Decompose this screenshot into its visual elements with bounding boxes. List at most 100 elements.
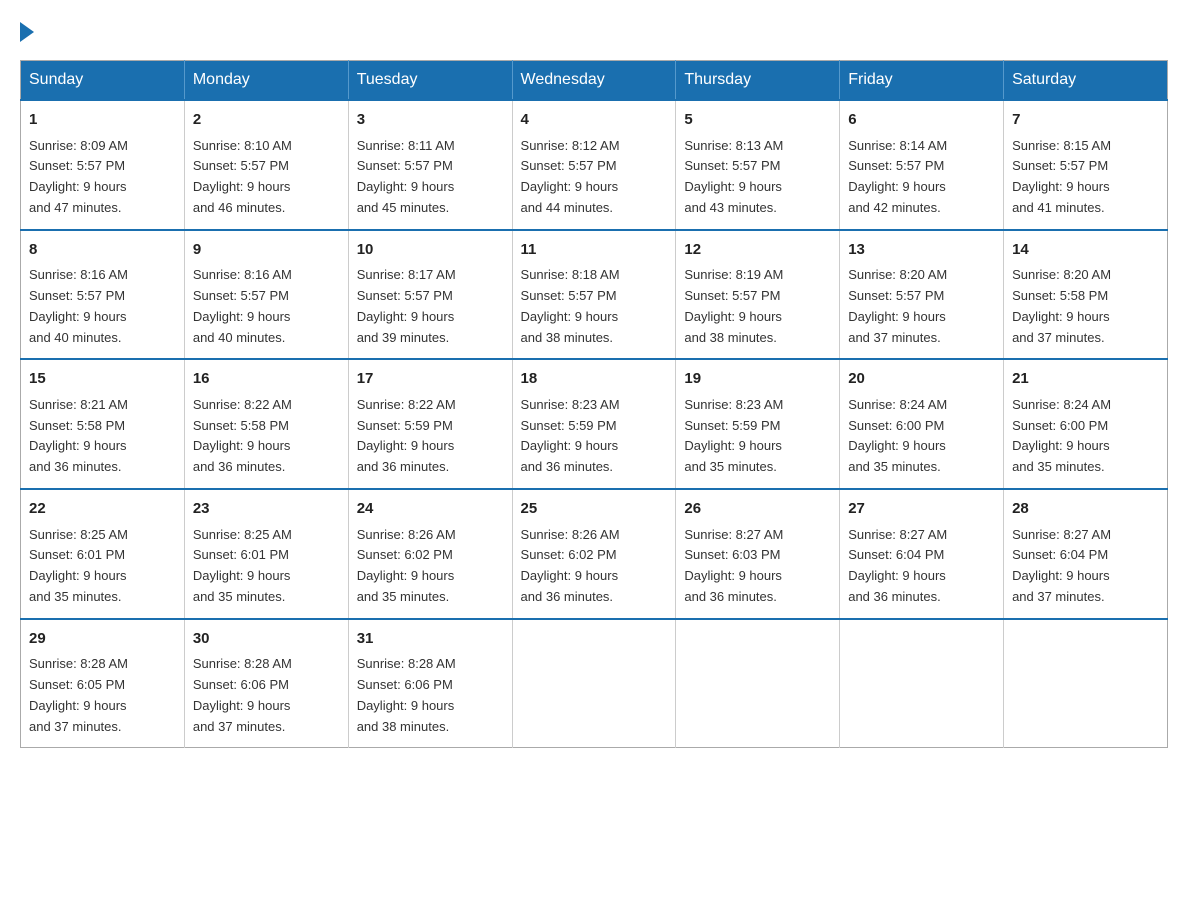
day-info: Sunrise: 8:12 AM Sunset: 5:57 PM Dayligh… [521, 136, 668, 219]
day-info: Sunrise: 8:23 AM Sunset: 5:59 PM Dayligh… [684, 395, 831, 478]
calendar-cell [840, 619, 1004, 748]
day-info: Sunrise: 8:17 AM Sunset: 5:57 PM Dayligh… [357, 265, 504, 348]
day-number: 25 [521, 498, 668, 521]
calendar-week-row: 22 Sunrise: 8:25 AM Sunset: 6:01 PM Dayl… [21, 489, 1168, 619]
calendar-cell [676, 619, 840, 748]
calendar-cell: 25 Sunrise: 8:26 AM Sunset: 6:02 PM Dayl… [512, 489, 676, 619]
day-info: Sunrise: 8:27 AM Sunset: 6:04 PM Dayligh… [848, 525, 995, 608]
day-info: Sunrise: 8:28 AM Sunset: 6:05 PM Dayligh… [29, 654, 176, 737]
day-number: 20 [848, 368, 995, 391]
calendar-cell: 24 Sunrise: 8:26 AM Sunset: 6:02 PM Dayl… [348, 489, 512, 619]
calendar-table: SundayMondayTuesdayWednesdayThursdayFrid… [20, 60, 1168, 748]
day-info: Sunrise: 8:14 AM Sunset: 5:57 PM Dayligh… [848, 136, 995, 219]
calendar-cell [1004, 619, 1168, 748]
calendar-cell: 2 Sunrise: 8:10 AM Sunset: 5:57 PM Dayli… [184, 100, 348, 230]
calendar-cell: 20 Sunrise: 8:24 AM Sunset: 6:00 PM Dayl… [840, 359, 1004, 489]
weekday-header-friday: Friday [840, 61, 1004, 101]
calendar-cell: 17 Sunrise: 8:22 AM Sunset: 5:59 PM Dayl… [348, 359, 512, 489]
calendar-cell: 27 Sunrise: 8:27 AM Sunset: 6:04 PM Dayl… [840, 489, 1004, 619]
calendar-cell: 23 Sunrise: 8:25 AM Sunset: 6:01 PM Dayl… [184, 489, 348, 619]
weekday-header-thursday: Thursday [676, 61, 840, 101]
day-number: 22 [29, 498, 176, 521]
calendar-cell: 6 Sunrise: 8:14 AM Sunset: 5:57 PM Dayli… [840, 100, 1004, 230]
calendar-cell: 29 Sunrise: 8:28 AM Sunset: 6:05 PM Dayl… [21, 619, 185, 748]
day-info: Sunrise: 8:28 AM Sunset: 6:06 PM Dayligh… [193, 654, 340, 737]
day-number: 7 [1012, 109, 1159, 132]
calendar-week-row: 1 Sunrise: 8:09 AM Sunset: 5:57 PM Dayli… [21, 100, 1168, 230]
calendar-cell: 15 Sunrise: 8:21 AM Sunset: 5:58 PM Dayl… [21, 359, 185, 489]
calendar-cell: 12 Sunrise: 8:19 AM Sunset: 5:57 PM Dayl… [676, 230, 840, 360]
day-number: 4 [521, 109, 668, 132]
day-number: 16 [193, 368, 340, 391]
calendar-week-row: 29 Sunrise: 8:28 AM Sunset: 6:05 PM Dayl… [21, 619, 1168, 748]
day-number: 11 [521, 239, 668, 262]
day-info: Sunrise: 8:22 AM Sunset: 5:58 PM Dayligh… [193, 395, 340, 478]
weekday-header-saturday: Saturday [1004, 61, 1168, 101]
day-info: Sunrise: 8:20 AM Sunset: 5:58 PM Dayligh… [1012, 265, 1159, 348]
day-number: 10 [357, 239, 504, 262]
calendar-cell: 30 Sunrise: 8:28 AM Sunset: 6:06 PM Dayl… [184, 619, 348, 748]
day-info: Sunrise: 8:10 AM Sunset: 5:57 PM Dayligh… [193, 136, 340, 219]
weekday-header-tuesday: Tuesday [348, 61, 512, 101]
calendar-cell: 9 Sunrise: 8:16 AM Sunset: 5:57 PM Dayli… [184, 230, 348, 360]
calendar-cell: 21 Sunrise: 8:24 AM Sunset: 6:00 PM Dayl… [1004, 359, 1168, 489]
day-number: 18 [521, 368, 668, 391]
day-info: Sunrise: 8:15 AM Sunset: 5:57 PM Dayligh… [1012, 136, 1159, 219]
day-info: Sunrise: 8:20 AM Sunset: 5:57 PM Dayligh… [848, 265, 995, 348]
day-info: Sunrise: 8:28 AM Sunset: 6:06 PM Dayligh… [357, 654, 504, 737]
day-info: Sunrise: 8:25 AM Sunset: 6:01 PM Dayligh… [193, 525, 340, 608]
day-info: Sunrise: 8:21 AM Sunset: 5:58 PM Dayligh… [29, 395, 176, 478]
day-number: 30 [193, 628, 340, 651]
day-number: 2 [193, 109, 340, 132]
calendar-cell: 31 Sunrise: 8:28 AM Sunset: 6:06 PM Dayl… [348, 619, 512, 748]
day-number: 23 [193, 498, 340, 521]
day-number: 19 [684, 368, 831, 391]
calendar-cell: 1 Sunrise: 8:09 AM Sunset: 5:57 PM Dayli… [21, 100, 185, 230]
day-number: 24 [357, 498, 504, 521]
day-number: 6 [848, 109, 995, 132]
day-number: 9 [193, 239, 340, 262]
day-number: 17 [357, 368, 504, 391]
calendar-cell: 11 Sunrise: 8:18 AM Sunset: 5:57 PM Dayl… [512, 230, 676, 360]
day-number: 5 [684, 109, 831, 132]
calendar-cell [512, 619, 676, 748]
weekday-header-wednesday: Wednesday [512, 61, 676, 101]
calendar-cell: 22 Sunrise: 8:25 AM Sunset: 6:01 PM Dayl… [21, 489, 185, 619]
day-info: Sunrise: 8:24 AM Sunset: 6:00 PM Dayligh… [848, 395, 995, 478]
calendar-cell: 10 Sunrise: 8:17 AM Sunset: 5:57 PM Dayl… [348, 230, 512, 360]
day-number: 28 [1012, 498, 1159, 521]
day-info: Sunrise: 8:26 AM Sunset: 6:02 PM Dayligh… [357, 525, 504, 608]
day-info: Sunrise: 8:22 AM Sunset: 5:59 PM Dayligh… [357, 395, 504, 478]
day-info: Sunrise: 8:16 AM Sunset: 5:57 PM Dayligh… [29, 265, 176, 348]
calendar-week-row: 15 Sunrise: 8:21 AM Sunset: 5:58 PM Dayl… [21, 359, 1168, 489]
calendar-cell: 19 Sunrise: 8:23 AM Sunset: 5:59 PM Dayl… [676, 359, 840, 489]
day-info: Sunrise: 8:09 AM Sunset: 5:57 PM Dayligh… [29, 136, 176, 219]
calendar-cell: 8 Sunrise: 8:16 AM Sunset: 5:57 PM Dayli… [21, 230, 185, 360]
calendar-cell: 5 Sunrise: 8:13 AM Sunset: 5:57 PM Dayli… [676, 100, 840, 230]
day-number: 13 [848, 239, 995, 262]
day-info: Sunrise: 8:19 AM Sunset: 5:57 PM Dayligh… [684, 265, 831, 348]
day-number: 31 [357, 628, 504, 651]
page-header [20, 20, 1168, 42]
day-info: Sunrise: 8:24 AM Sunset: 6:00 PM Dayligh… [1012, 395, 1159, 478]
day-info: Sunrise: 8:27 AM Sunset: 6:04 PM Dayligh… [1012, 525, 1159, 608]
calendar-cell: 14 Sunrise: 8:20 AM Sunset: 5:58 PM Dayl… [1004, 230, 1168, 360]
calendar-cell: 13 Sunrise: 8:20 AM Sunset: 5:57 PM Dayl… [840, 230, 1004, 360]
weekday-header-monday: Monday [184, 61, 348, 101]
day-number: 27 [848, 498, 995, 521]
calendar-week-row: 8 Sunrise: 8:16 AM Sunset: 5:57 PM Dayli… [21, 230, 1168, 360]
day-info: Sunrise: 8:26 AM Sunset: 6:02 PM Dayligh… [521, 525, 668, 608]
day-info: Sunrise: 8:18 AM Sunset: 5:57 PM Dayligh… [521, 265, 668, 348]
day-number: 26 [684, 498, 831, 521]
weekday-header-row: SundayMondayTuesdayWednesdayThursdayFrid… [21, 61, 1168, 101]
calendar-cell: 26 Sunrise: 8:27 AM Sunset: 6:03 PM Dayl… [676, 489, 840, 619]
day-number: 3 [357, 109, 504, 132]
day-info: Sunrise: 8:23 AM Sunset: 5:59 PM Dayligh… [521, 395, 668, 478]
calendar-cell: 28 Sunrise: 8:27 AM Sunset: 6:04 PM Dayl… [1004, 489, 1168, 619]
calendar-cell: 4 Sunrise: 8:12 AM Sunset: 5:57 PM Dayli… [512, 100, 676, 230]
calendar-cell: 7 Sunrise: 8:15 AM Sunset: 5:57 PM Dayli… [1004, 100, 1168, 230]
day-number: 29 [29, 628, 176, 651]
day-number: 12 [684, 239, 831, 262]
day-number: 14 [1012, 239, 1159, 262]
day-info: Sunrise: 8:11 AM Sunset: 5:57 PM Dayligh… [357, 136, 504, 219]
